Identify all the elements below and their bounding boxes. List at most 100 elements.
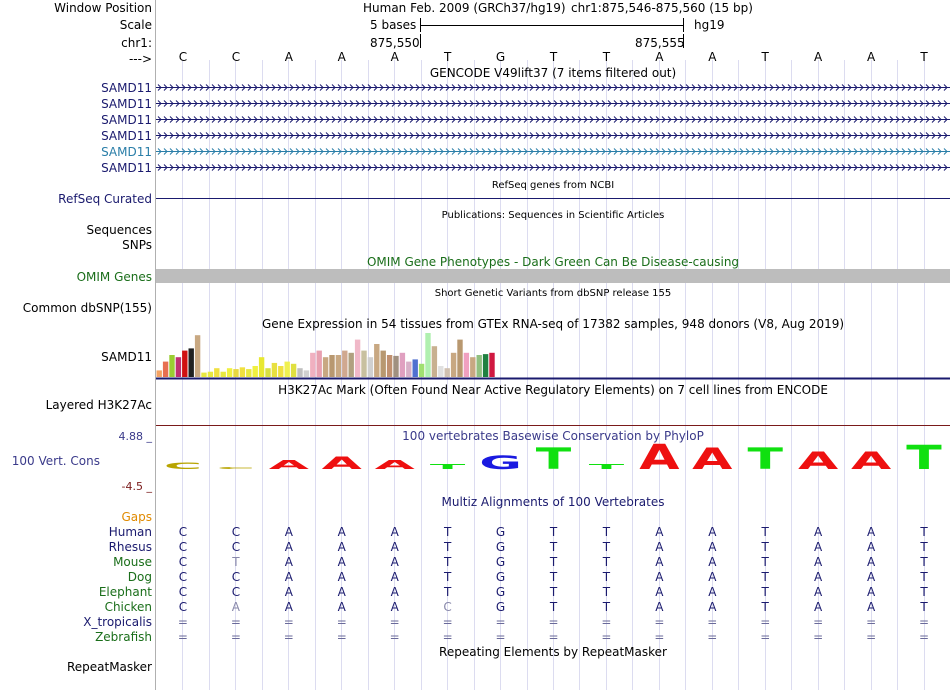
- ruler-tick-left: [420, 34, 421, 48]
- alignment-base: =: [389, 615, 400, 629]
- gencode-title: GENCODE V49lift37 (7 items filtered out): [429, 66, 677, 80]
- species-label[interactable]: Dog: [128, 570, 152, 584]
- gtex-bar: [489, 352, 495, 377]
- alignment-base: T: [549, 525, 558, 539]
- alignment-base: A: [814, 525, 823, 539]
- gtex-bar: [316, 350, 322, 377]
- gtex-bar: [354, 339, 361, 377]
- snps-label[interactable]: SNPs: [122, 238, 152, 252]
- gtex-bar: [271, 362, 278, 377]
- alignment-base: =: [548, 630, 559, 644]
- alignment-base: T: [443, 540, 452, 554]
- alignment-base: T: [602, 525, 611, 539]
- window-position-label[interactable]: Window Position: [54, 1, 152, 15]
- gtex-bar-chart[interactable]: [156, 330, 950, 380]
- gtex-bar: [425, 333, 431, 377]
- base: A: [284, 50, 293, 64]
- species-label[interactable]: Zebrafish: [95, 630, 152, 644]
- alignment-base: T: [920, 540, 928, 554]
- repeatmasker-label[interactable]: RepeatMasker: [67, 660, 152, 674]
- gencode-transcript[interactable]: [156, 99, 950, 108]
- scale-label[interactable]: Scale: [120, 18, 152, 32]
- gencode-label-2[interactable]: SAMD11: [101, 97, 152, 111]
- gencode-transcript[interactable]: [156, 115, 950, 124]
- alignment-base: A: [390, 525, 399, 539]
- alignment-base: A: [814, 570, 823, 584]
- species-label[interactable]: Mouse: [113, 555, 152, 569]
- alignment-base: G: [495, 540, 506, 554]
- species-label[interactable]: Human: [109, 525, 152, 539]
- track-image[interactable]: Human Feb. 2009 (GRCh37/hg19) chr1:875,5…: [156, 0, 950, 690]
- gtex-bar: [220, 371, 226, 377]
- base: T: [443, 50, 452, 64]
- cons-label[interactable]: 100 Vert. Cons: [12, 454, 100, 468]
- alignment-base: C: [231, 570, 241, 584]
- gencode-label-4[interactable]: SAMD11: [101, 129, 152, 143]
- species-label[interactable]: X_tropicalis: [83, 615, 152, 629]
- species-label[interactable]: Elephant: [99, 585, 152, 599]
- alignment-base: A: [655, 540, 664, 554]
- gaps-label[interactable]: Gaps: [121, 510, 152, 524]
- gtex-bar: [278, 366, 284, 377]
- repeatmasker-title: Repeating Elements by RepeatMasker: [439, 645, 667, 659]
- gencode-transcript[interactable]: [156, 131, 950, 140]
- cons-logo-letter: A: [322, 454, 362, 474]
- alignment-base: A: [284, 540, 293, 554]
- alignment-base: T: [549, 585, 558, 599]
- alignment-base: A: [284, 525, 293, 539]
- omim-label[interactable]: OMIM Genes: [77, 270, 152, 284]
- gencode-transcript[interactable]: [156, 83, 950, 92]
- gtex-bar: [374, 344, 380, 377]
- dbsnp-label[interactable]: Common dbSNP(155): [23, 301, 152, 315]
- alignment-base: =: [442, 615, 453, 629]
- ruler-tick-right: [683, 34, 684, 48]
- scale-bar-left-tick: [420, 18, 421, 32]
- alignment-base: A: [390, 570, 399, 584]
- alignment-base: T: [549, 555, 558, 569]
- gtex-label[interactable]: SAMD11: [101, 350, 152, 364]
- alignment-base: T: [549, 570, 558, 584]
- cons-logo-letter: T: [536, 442, 572, 476]
- gtex-bar: [361, 350, 367, 377]
- alignment-base: A: [655, 525, 664, 539]
- gtex-bar: [175, 357, 182, 377]
- h3k27ac-label[interactable]: Layered H3K27Ac: [46, 398, 152, 412]
- gencode-label-5[interactable]: SAMD11: [101, 145, 152, 159]
- alignment-base: G: [495, 585, 506, 599]
- cons-logo-letter: A: [851, 446, 892, 474]
- alignment-base: A: [866, 555, 876, 569]
- alignment-base: C: [443, 600, 452, 614]
- alignment-base: C: [178, 525, 188, 539]
- gtex-bar: [329, 355, 335, 377]
- cons-logo-letter: A: [798, 446, 839, 474]
- h3k27ac-title: H3K27Ac Mark (Often Found Near Active Re…: [278, 383, 828, 397]
- alignment-base: =: [283, 630, 294, 644]
- ruler-tick-left-label: 875,550: [370, 36, 420, 50]
- gencode-label-6[interactable]: SAMD11: [101, 161, 152, 175]
- gtex-bar: [226, 368, 233, 377]
- gencode-transcript[interactable]: [156, 163, 950, 172]
- gtex-bar: [335, 355, 342, 377]
- gencode-label-1[interactable]: SAMD11: [101, 81, 152, 95]
- alignment-base: =: [283, 615, 294, 629]
- species-label[interactable]: Chicken: [105, 600, 152, 614]
- gtex-bar: [207, 371, 214, 377]
- alignment-base: A: [390, 555, 399, 569]
- gencode-transcript[interactable]: [156, 147, 950, 156]
- omim-feature-bar[interactable]: [156, 269, 950, 283]
- species-label[interactable]: Rhesus: [109, 540, 152, 554]
- cons-logo[interactable]: CCAAATGTTAATAAT: [156, 440, 950, 490]
- strand-arrow-label[interactable]: --->: [129, 52, 152, 66]
- refseq-label[interactable]: RefSeq Curated: [58, 192, 152, 206]
- alignment-base: T: [920, 555, 928, 569]
- gencode-label-3[interactable]: SAMD11: [101, 113, 152, 127]
- alignment-base: =: [548, 615, 559, 629]
- alignment-base: A: [390, 585, 399, 599]
- chrom-label[interactable]: chr1:: [121, 36, 152, 50]
- alignment-base: C: [231, 525, 241, 539]
- cons-ymax-label: 4.88 _: [118, 430, 153, 443]
- alignment-base: T: [920, 570, 928, 584]
- alignment-base: C: [178, 600, 188, 614]
- sequences-label[interactable]: Sequences: [87, 223, 152, 237]
- refseq-feature-line[interactable]: [156, 198, 950, 199]
